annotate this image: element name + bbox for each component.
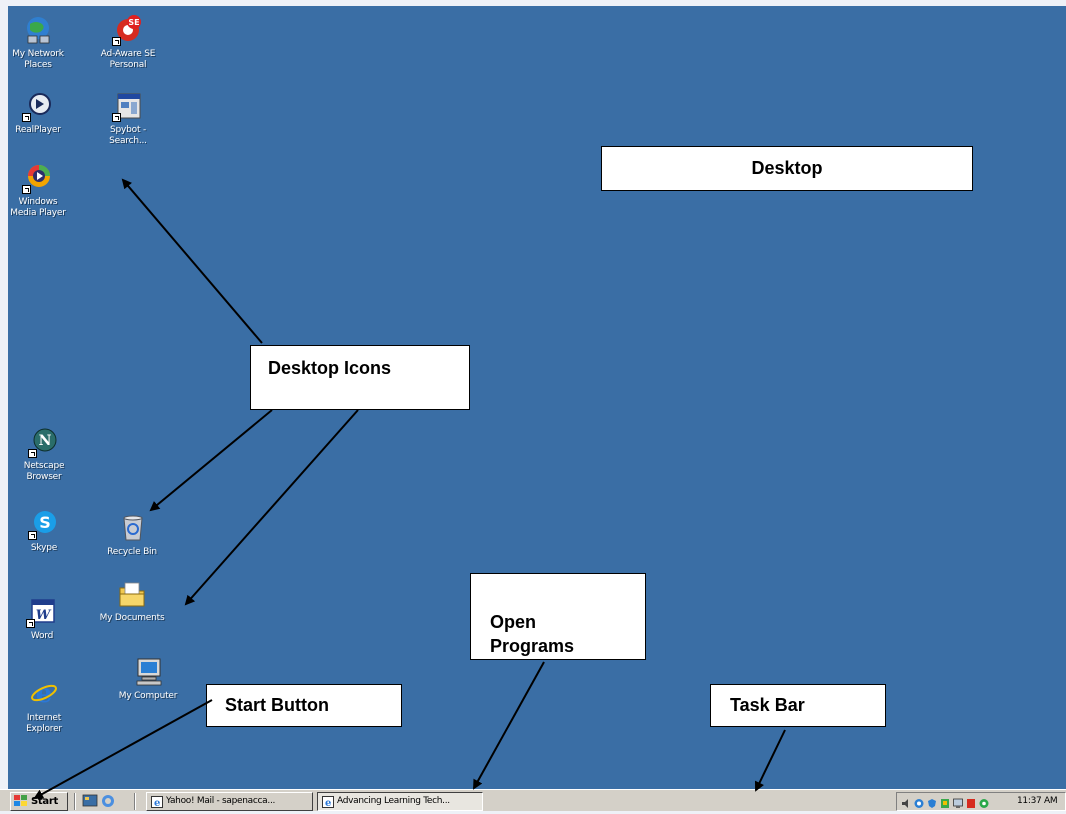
desktop-icon-my-computer[interactable]: My Computer bbox=[112, 656, 184, 702]
svg-text:N: N bbox=[39, 433, 52, 449]
desktop-icon-windows-media-player[interactable]: Windows Media Player bbox=[8, 162, 74, 219]
desktop-icon-my-network-places[interactable]: My Network Places bbox=[8, 14, 74, 71]
desktop-background[interactable]: My Network Places RealPlayer Windows Med… bbox=[8, 6, 1066, 789]
callout-start-button-text: Start Button bbox=[225, 695, 329, 715]
start-label: Start bbox=[31, 796, 58, 807]
my-documents-icon bbox=[116, 578, 148, 610]
svg-text:SE: SE bbox=[128, 18, 139, 27]
callout-desktop: Desktop bbox=[601, 146, 973, 191]
task-button-label: Advancing Learning Tech... bbox=[337, 796, 450, 806]
desktop-icon-recycle-bin[interactable]: Recycle Bin bbox=[96, 512, 168, 558]
desktop-icon-label: Word bbox=[30, 631, 54, 641]
task-button-label: Yahoo! Mail - sapenacca... bbox=[166, 796, 276, 806]
desktop-icon-label: Spybot - Search... bbox=[109, 125, 147, 146]
task-button-advancing-learning[interactable]: e Advancing Learning Tech... bbox=[317, 792, 483, 811]
desktop-icon-label: Recycle Bin bbox=[107, 547, 157, 557]
desktop-icon-label: Skype bbox=[30, 543, 58, 553]
taskbar-separator bbox=[134, 793, 136, 810]
shortcut-arrow-icon bbox=[22, 185, 31, 194]
system-tray[interactable]: 11:37 AM bbox=[896, 792, 1066, 811]
internet-explorer-icon: e bbox=[28, 678, 60, 710]
callout-desktop-text: Desktop bbox=[751, 158, 823, 178]
antivirus-icon[interactable] bbox=[940, 796, 950, 808]
status-red-icon[interactable] bbox=[966, 796, 976, 808]
svg-text:e: e bbox=[154, 798, 160, 808]
netscape-icon: N bbox=[28, 426, 60, 458]
svg-text:W: W bbox=[36, 608, 52, 623]
shortcut-arrow-icon bbox=[112, 37, 121, 46]
callout-open-programs: Open Programs bbox=[470, 573, 646, 660]
desktop-icon-internet-explorer[interactable]: e Internet Explorer bbox=[8, 678, 80, 735]
recycle-bin-icon bbox=[116, 512, 148, 544]
status-green-icon[interactable] bbox=[979, 796, 989, 808]
callout-task-bar-text: Task Bar bbox=[730, 695, 805, 715]
desktop-icon-label: Windows Media Player bbox=[10, 197, 66, 218]
word-icon: W bbox=[26, 596, 58, 628]
shortcut-arrow-icon bbox=[28, 449, 37, 458]
taskbar-separator bbox=[74, 793, 76, 810]
desktop-icon-label: Netscape Browser bbox=[23, 461, 65, 482]
taskbar[interactable]: Start e Yahoo! Mail - sapenacca... e Adv… bbox=[0, 789, 1066, 811]
monitor-icon[interactable] bbox=[953, 796, 963, 808]
realplayer-icon bbox=[22, 90, 54, 122]
adaware-icon: SE bbox=[112, 14, 144, 46]
my-computer-icon bbox=[132, 656, 164, 688]
desktop-icon-realplayer[interactable]: RealPlayer bbox=[8, 90, 74, 136]
desktop-icon-label: Ad-Aware SE Personal bbox=[100, 49, 156, 70]
volume-icon[interactable] bbox=[901, 796, 911, 808]
security-icon[interactable] bbox=[927, 796, 937, 808]
clock[interactable]: 11:37 AM bbox=[1017, 793, 1058, 810]
skype-icon: S bbox=[28, 508, 60, 540]
browser-icon: e bbox=[322, 796, 334, 808]
desktop-icon-label: My Computer bbox=[118, 691, 178, 701]
svg-text:e: e bbox=[325, 798, 331, 808]
shortcut-arrow-icon bbox=[26, 619, 35, 628]
windows-logo-icon bbox=[14, 795, 27, 806]
task-button-yahoo-mail[interactable]: e Yahoo! Mail - sapenacca... bbox=[146, 792, 313, 811]
callout-start-button: Start Button bbox=[206, 684, 402, 727]
svg-text:e: e bbox=[36, 679, 53, 709]
network-places-icon bbox=[22, 14, 54, 46]
desktop-icon-label: RealPlayer bbox=[15, 125, 61, 135]
callout-task-bar: Task Bar bbox=[710, 684, 886, 727]
media-player-icon bbox=[22, 162, 54, 194]
svg-text:S: S bbox=[39, 513, 51, 532]
start-button[interactable]: Start bbox=[10, 792, 68, 811]
desktop-icon-label: My Documents bbox=[99, 613, 165, 623]
shortcut-arrow-icon bbox=[112, 113, 121, 122]
callout-desktop-icons: Desktop Icons bbox=[250, 345, 470, 410]
desktop-icon-spybot[interactable]: Spybot - Search... bbox=[92, 90, 164, 147]
spybot-icon bbox=[112, 90, 144, 122]
desktop-icon-word[interactable]: W Word bbox=[8, 596, 78, 642]
browser-icon: e bbox=[151, 796, 163, 808]
shortcut-arrow-icon bbox=[22, 113, 31, 122]
quicklaunch-ie-icon[interactable] bbox=[100, 793, 116, 809]
desktop-icon-netscape[interactable]: N Netscape Browser bbox=[8, 426, 80, 483]
desktop-icon-adaware[interactable]: SE Ad-Aware SE Personal bbox=[92, 14, 164, 71]
callout-desktop-icons-text: Desktop Icons bbox=[268, 358, 392, 378]
desktop-icon-label: Internet Explorer bbox=[26, 713, 62, 734]
quicklaunch-desktop-icon[interactable] bbox=[82, 793, 98, 809]
desktop-icon-my-documents[interactable]: My Documents bbox=[96, 578, 168, 624]
shortcut-arrow-icon bbox=[28, 531, 37, 540]
desktop-icon-label: My Network Places bbox=[12, 49, 64, 70]
network-icon[interactable] bbox=[914, 796, 924, 808]
desktop-icon-skype[interactable]: S Skype bbox=[8, 508, 80, 554]
callout-open-programs-text: Open Programs bbox=[490, 612, 575, 656]
